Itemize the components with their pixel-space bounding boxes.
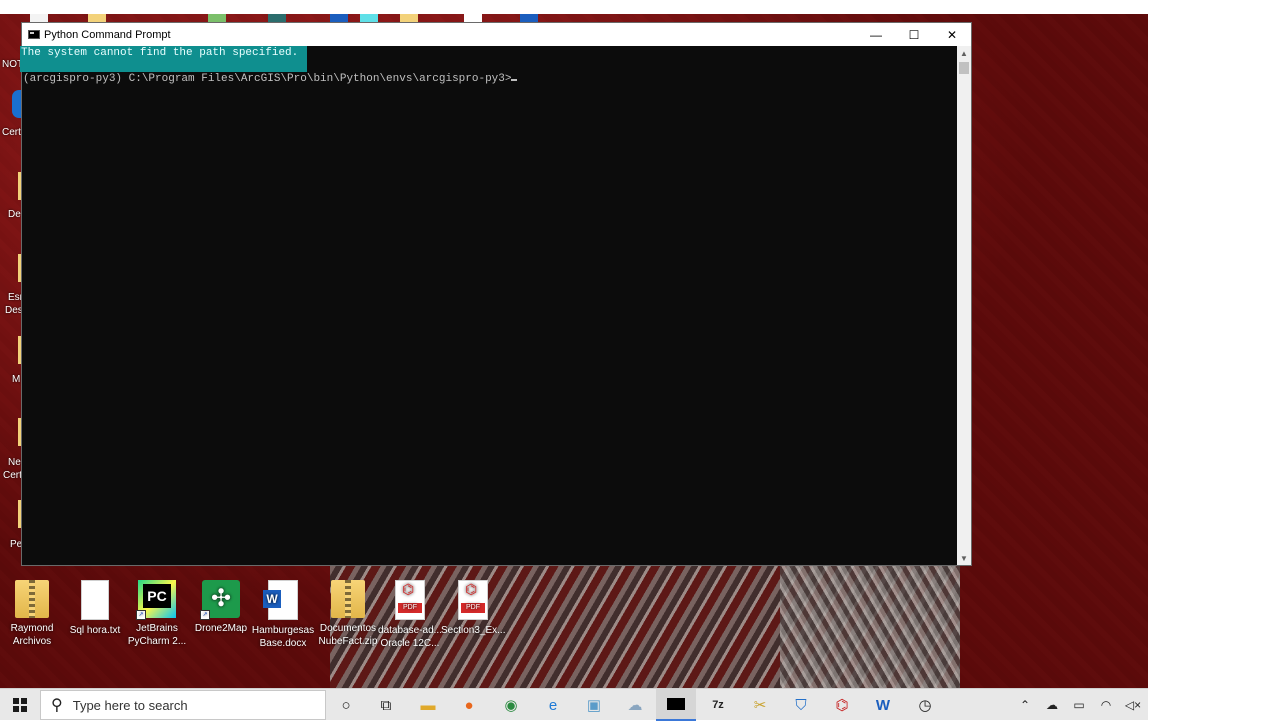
windows-logo-icon: [13, 698, 27, 712]
vertical-scrollbar[interactable]: ▲ ▼: [957, 46, 971, 565]
onedrive-offline-icon[interactable]: ☁: [1039, 689, 1065, 721]
desktop-icon-label: M: [12, 374, 21, 385]
text-cursor: [511, 79, 518, 81]
pdf-icon: [395, 580, 425, 620]
chrome-icon[interactable]: ◉: [491, 689, 531, 721]
minimize-button[interactable]: —: [857, 23, 895, 46]
acrobat-icon[interactable]: ⌬: [822, 689, 862, 721]
shield-app-icon[interactable]: ⛉: [781, 689, 821, 721]
wallpaper-rock-texture-2: [780, 566, 960, 688]
volume-muted-icon[interactable]: ◁×: [1120, 689, 1146, 721]
wifi-icon[interactable]: ◠: [1093, 689, 1119, 721]
task-view-icon[interactable]: ⧉: [366, 689, 406, 721]
command-prompt-window[interactable]: Python Command Prompt — ☐ ✕ The system c…: [20, 22, 972, 566]
desktop-icon-label: Oracle 12C...: [380, 638, 440, 649]
desktop-icon-label: NubeFact.zip: [318, 636, 378, 647]
word-icon[interactable]: W: [863, 689, 903, 721]
desktop-icon-label: database-ad...: [378, 625, 442, 636]
file-explorer-icon[interactable]: ▬: [408, 689, 448, 721]
chevron-up-icon[interactable]: ⌃: [1012, 689, 1038, 721]
clock-app-icon[interactable]: ◷: [905, 689, 945, 721]
console-taskbar-glyph: [667, 698, 685, 710]
start-button[interactable]: [0, 689, 40, 721]
desktop-icon-label: Ne: [8, 457, 21, 468]
taskbar: ⚲ Type here to search ○ ⧉ ▬ ● ◉ e ▣ ☁ 7z…: [0, 688, 1148, 721]
desktop-icon-label: Cert: [2, 127, 21, 138]
close-button[interactable]: ✕: [933, 23, 971, 46]
desktop-icon-raymond-archivos[interactable]: Raymond Archivos: [0, 580, 64, 648]
pycharm-icon: ↗: [136, 580, 176, 620]
word-document-icon: [263, 580, 298, 620]
desktop-icon-label: Drone2Map: [194, 623, 248, 634]
window-titlebar[interactable]: Python Command Prompt — ☐ ✕: [22, 23, 971, 46]
window-title: Python Command Prompt: [44, 28, 171, 41]
prompt-text: (arcgispro-py3) C:\Program Files\ArcGIS\…: [23, 73, 512, 85]
console-output[interactable]: The system cannot find the path specifie…: [20, 46, 957, 565]
desktop-icon-label: Hamburgesas: [251, 625, 315, 636]
text-file-icon: [81, 580, 109, 620]
cloud-app-icon[interactable]: ☁: [615, 689, 655, 721]
console-app-icon: [28, 30, 40, 39]
pdf-icon: [458, 580, 488, 620]
edge-icon[interactable]: e: [533, 689, 573, 721]
error-message: The system cannot find the path specifie…: [21, 47, 299, 59]
shortcut-arrow-icon: ↗: [200, 610, 210, 620]
command-prompt-line[interactable]: (arcgispro-py3) C:\Program Files\ArcGIS\…: [23, 73, 518, 86]
desktop-icon-label: Raymond: [10, 623, 54, 634]
desktop-icon-database-oracle[interactable]: database-ad... Oracle 12C...: [378, 580, 442, 650]
desktop-icon-label: Cert: [3, 470, 22, 481]
zip-folder-icon: [331, 580, 365, 618]
search-icon: ⚲: [51, 697, 63, 714]
desktop-icon-label: Sql hora.txt: [69, 625, 121, 636]
desktop-icon-label: PyCharm 2...: [127, 636, 187, 647]
desktop-icon-hamburgesas[interactable]: Hamburgesas Base.docx: [251, 580, 315, 650]
desktop-icon-label: Documentos: [319, 623, 377, 634]
firefox-icon[interactable]: ●: [449, 689, 489, 721]
desktop-icon-label: De: [8, 209, 21, 220]
7zip-icon[interactable]: 7z: [698, 689, 738, 721]
error-message-highlight: The system cannot find the path specifie…: [20, 46, 307, 72]
zip-folder-icon: [15, 580, 49, 618]
search-placeholder: Type here to search: [72, 697, 188, 713]
cortana-icon[interactable]: ○: [326, 689, 366, 721]
maximize-button[interactable]: ☐: [895, 23, 933, 46]
scroll-up-icon[interactable]: ▲: [957, 46, 971, 60]
desktop-icon-label: Section3_Ex...: [441, 625, 506, 636]
scroll-down-icon[interactable]: ▼: [957, 551, 971, 565]
desktop-icon-drone2map[interactable]: ↗ Drone2Map: [189, 580, 253, 635]
taskbar-search-box[interactable]: ⚲ Type here to search: [40, 690, 326, 720]
command-prompt-icon[interactable]: [656, 689, 696, 721]
drone2map-icon: ↗: [200, 580, 240, 620]
desktop-icon-label: Base.docx: [259, 638, 307, 649]
desktop-icon-section3[interactable]: Section3_Ex...: [441, 580, 505, 637]
photos-icon[interactable]: ▣: [574, 689, 614, 721]
desktop-icon-label: JetBrains: [136, 623, 178, 634]
scrollbar-thumb[interactable]: [959, 62, 969, 74]
shortcut-arrow-icon: ↗: [136, 610, 146, 620]
desktop-icon-pycharm[interactable]: ↗ JetBrains PyCharm 2...: [125, 580, 189, 648]
desktop-icon-label: Archivos: [12, 636, 52, 647]
tools-icon[interactable]: ✂: [740, 689, 780, 721]
battery-icon[interactable]: ▭: [1066, 689, 1092, 721]
desktop-icon-sql-hora[interactable]: Sql hora.txt: [63, 580, 127, 637]
desktop-icon-documentos-nubefact[interactable]: Documentos NubeFact.zip: [316, 580, 380, 648]
